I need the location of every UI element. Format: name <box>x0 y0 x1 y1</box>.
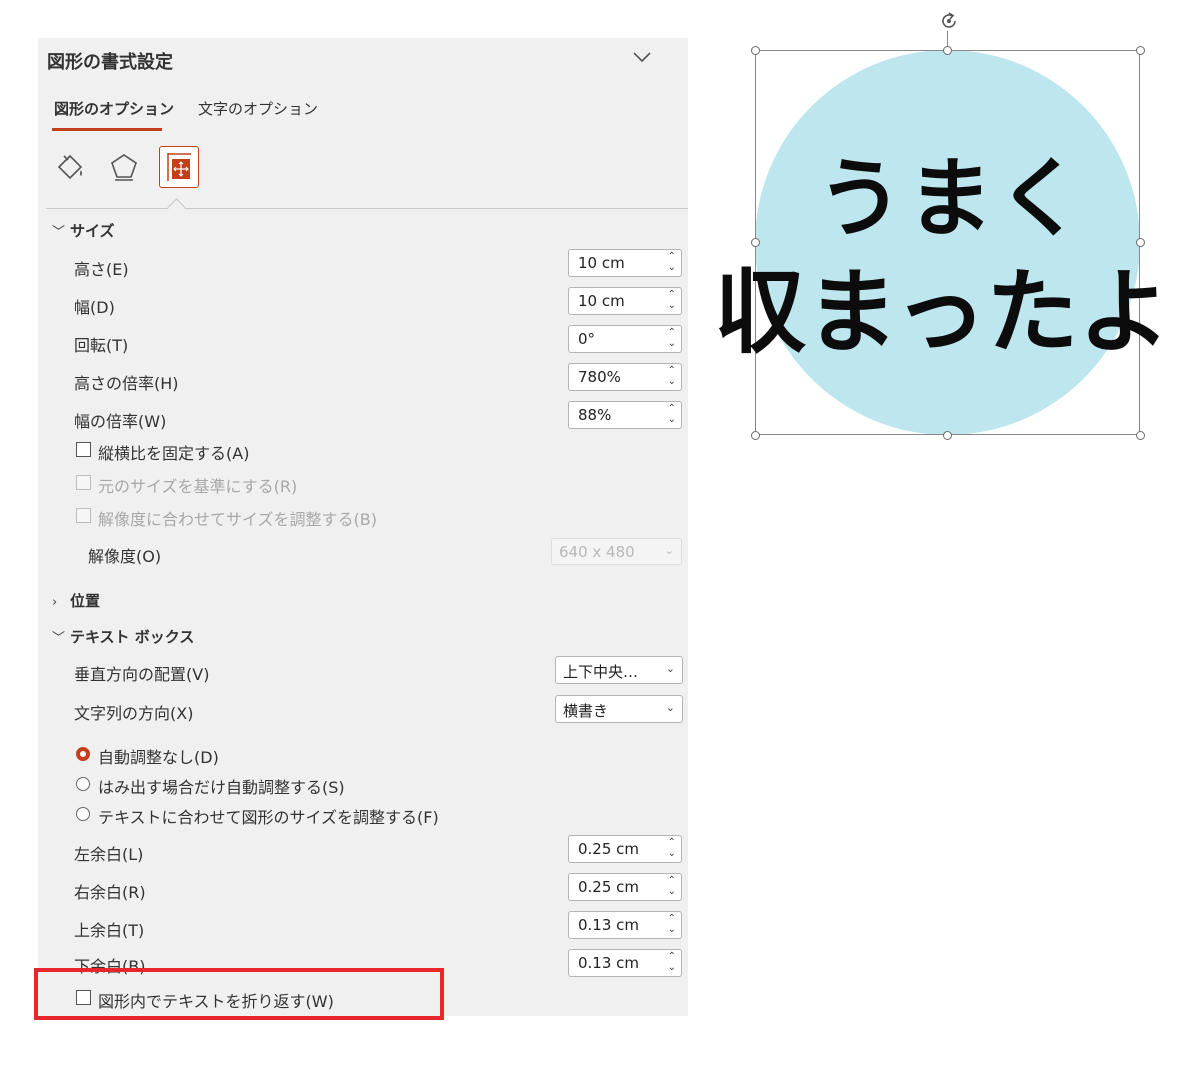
vertical-align-value[interactable]: 上下中央… <box>563 661 638 682</box>
chevron-down-icon: ﹀ <box>52 631 66 646</box>
spinner-arrows-icon[interactable]: ⌃ ⌄ <box>668 327 676 349</box>
top-margin-value[interactable]: 0.13 cm <box>578 916 639 934</box>
relative-original-label: 元のサイズを基準にする(R) <box>98 477 298 496</box>
spinner-arrows-icon[interactable]: ⌃ ⌄ <box>668 251 676 273</box>
left-margin-value[interactable]: 0.25 cm <box>578 840 639 858</box>
left-margin-spinner[interactable]: 0.25 cm ⌃ ⌄ <box>568 835 682 863</box>
scale-width-label: 幅の倍率(W) <box>74 412 167 431</box>
effects-icon <box>111 154 137 181</box>
shape-text-line-1[interactable]: うまく <box>817 128 1087 253</box>
text-direction-label: 文字列の方向(X) <box>74 704 194 723</box>
rotation-spinner[interactable]: 0° ⌃ ⌄ <box>568 325 682 353</box>
scale-height-value[interactable]: 780% <box>578 368 621 386</box>
rotation-label: 回転(T) <box>74 336 129 355</box>
spinner-arrows-icon[interactable]: ⌃ ⌄ <box>668 403 676 425</box>
autofit-shrink-label[interactable]: はみ出す場合だけ自動調整する(S) <box>98 774 345 798</box>
spinner-arrows-icon[interactable]: ⌃ ⌄ <box>668 951 676 973</box>
height-spinner[interactable]: 10 cm ⌃ ⌄ <box>568 249 682 277</box>
fill-line-button[interactable] <box>50 146 90 188</box>
selected-icon-pointer <box>167 198 186 217</box>
chevron-down-icon[interactable]: ⌄ <box>666 662 675 675</box>
section-size-header[interactable]: ﹀ サイズ <box>52 220 115 241</box>
resolution-value: 640 x 480 <box>559 543 635 561</box>
scale-width-spinner[interactable]: 88% ⌃ ⌄ <box>568 401 682 429</box>
divider <box>46 208 688 209</box>
resize-handle-bottom-left[interactable] <box>751 431 760 440</box>
relative-original-checkbox <box>76 475 91 490</box>
tab-shape-options[interactable]: 図形のオプション <box>54 98 174 119</box>
text-direction-value[interactable]: 横書き <box>563 700 608 721</box>
resize-handle-bottom[interactable] <box>943 431 952 440</box>
resolution-label: 解像度(O) <box>88 547 162 566</box>
highlight-box <box>34 968 444 1020</box>
resize-handle-bottom-right[interactable] <box>1136 431 1145 440</box>
width-value[interactable]: 10 cm <box>578 292 625 310</box>
height-label: 高さ(E) <box>74 260 129 279</box>
shape-text-line-2[interactable]: 収まったよ <box>714 238 1170 371</box>
section-position-title: 位置 <box>70 592 101 610</box>
height-value[interactable]: 10 cm <box>578 254 625 272</box>
spinner-arrows-icon[interactable]: ⌃ ⌄ <box>668 837 676 859</box>
chevron-down-icon[interactable]: ⌄ <box>666 701 675 714</box>
best-scale-checkbox <box>76 508 91 523</box>
rotate-handle-icon[interactable] <box>938 10 960 32</box>
pane-title: 図形の書式設定 <box>47 52 173 73</box>
autofit-resize-radio[interactable] <box>76 807 90 821</box>
scale-height-label: 高さの倍率(H) <box>74 374 179 393</box>
chevron-down-icon[interactable] <box>632 50 652 64</box>
autofit-none-label[interactable]: 自動調整なし(D) <box>98 744 219 768</box>
section-size-title: サイズ <box>70 222 115 240</box>
section-textbox-header[interactable]: ﹀ テキスト ボックス <box>52 626 194 647</box>
scale-height-spinner[interactable]: 780% ⌃ ⌄ <box>568 363 682 391</box>
scale-width-value[interactable]: 88% <box>578 406 611 424</box>
vertical-align-dropdown[interactable]: 上下中央… ⌄ <box>555 656 683 684</box>
bottom-margin-spinner[interactable]: 0.13 cm ⌃ ⌄ <box>568 949 682 977</box>
size-properties-button[interactable] <box>159 146 199 188</box>
spinner-arrows-icon[interactable]: ⌃ ⌄ <box>668 289 676 311</box>
resize-handle-top-right[interactable] <box>1136 46 1145 55</box>
width-spinner[interactable]: 10 cm ⌃ ⌄ <box>568 287 682 315</box>
rotation-value[interactable]: 0° <box>578 330 595 348</box>
resize-handle-top-left[interactable] <box>751 46 760 55</box>
chevron-down-icon: ⌄ <box>664 544 674 557</box>
bottom-margin-value[interactable]: 0.13 cm <box>578 954 639 972</box>
autofit-resize-label[interactable]: テキストに合わせて図形のサイズを調整する(F) <box>98 804 439 828</box>
best-scale-label: 解像度に合わせてサイズを調整する(B) <box>98 510 377 529</box>
autofit-shrink-radio[interactable] <box>76 777 90 791</box>
right-margin-spinner[interactable]: 0.25 cm ⌃ ⌄ <box>568 873 682 901</box>
text-direction-dropdown[interactable]: 横書き ⌄ <box>555 695 683 723</box>
width-label: 幅(D) <box>74 298 115 317</box>
resolution-dropdown: 640 x 480 ⌄ <box>551 538 682 565</box>
right-margin-value[interactable]: 0.25 cm <box>578 878 639 896</box>
section-textbox-title: テキスト ボックス <box>70 628 195 646</box>
resize-handle-top[interactable] <box>943 46 952 55</box>
fill-line-icon <box>57 154 83 180</box>
effects-button[interactable] <box>104 146 144 188</box>
lock-aspect-checkbox[interactable] <box>76 442 91 457</box>
spinner-arrows-icon[interactable]: ⌃ ⌄ <box>668 365 676 387</box>
section-position-header[interactable]: › 位置 <box>52 590 100 611</box>
size-properties-icon <box>167 153 191 181</box>
lock-aspect-label[interactable]: 縦横比を固定する(A) <box>98 440 249 464</box>
top-margin-spinner[interactable]: 0.13 cm ⌃ ⌄ <box>568 911 682 939</box>
top-margin-label: 上余白(T) <box>74 921 145 940</box>
vertical-align-label: 垂直方向の配置(V) <box>74 665 210 684</box>
left-margin-label: 左余白(L) <box>74 845 144 864</box>
right-margin-label: 右余白(R) <box>74 883 146 902</box>
active-tab-indicator <box>52 128 162 131</box>
tab-text-options[interactable]: 文字のオプション <box>198 98 318 119</box>
autofit-none-radio[interactable] <box>76 747 90 761</box>
spinner-arrows-icon[interactable]: ⌃ ⌄ <box>668 875 676 897</box>
chevron-right-icon: › <box>52 595 58 610</box>
format-shape-pane: 図形の書式設定 図形のオプション 文字のオプション ﹀ サイズ 高さ(E) 10… <box>38 38 688 1016</box>
chevron-down-icon: ﹀ <box>52 225 66 240</box>
spinner-arrows-icon[interactable]: ⌃ ⌄ <box>668 913 676 935</box>
